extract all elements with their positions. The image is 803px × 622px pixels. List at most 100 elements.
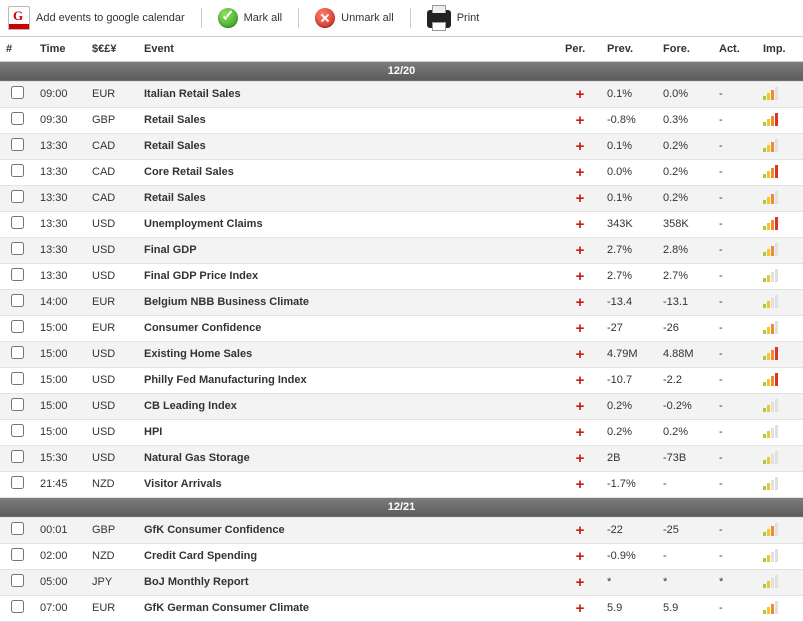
cell-imp bbox=[757, 569, 803, 595]
expand-button[interactable]: + bbox=[559, 543, 601, 569]
row-checkbox[interactable] bbox=[11, 372, 24, 385]
row-checkbox-cell bbox=[0, 159, 34, 185]
expand-button[interactable]: + bbox=[559, 569, 601, 595]
expand-button[interactable]: + bbox=[559, 393, 601, 419]
cell-imp bbox=[757, 517, 803, 543]
expand-button[interactable]: + bbox=[559, 419, 601, 445]
row-checkbox[interactable] bbox=[11, 476, 24, 489]
cell-imp bbox=[757, 367, 803, 393]
unmark-all-button[interactable]: Unmark all bbox=[315, 8, 394, 28]
date-group-header: 12/20 bbox=[0, 61, 803, 81]
table-row: 02:00NZDCredit Card Spending+-0.9%-- bbox=[0, 543, 803, 569]
row-checkbox[interactable] bbox=[11, 450, 24, 463]
row-checkbox-cell bbox=[0, 185, 34, 211]
row-checkbox[interactable] bbox=[11, 574, 24, 587]
row-checkbox[interactable] bbox=[11, 346, 24, 359]
expand-button[interactable]: + bbox=[559, 263, 601, 289]
expand-button[interactable]: + bbox=[559, 159, 601, 185]
expand-button[interactable]: + bbox=[559, 211, 601, 237]
row-checkbox-cell bbox=[0, 569, 34, 595]
row-checkbox[interactable] bbox=[11, 86, 24, 99]
expand-button[interactable]: + bbox=[559, 107, 601, 133]
expand-button[interactable]: + bbox=[559, 341, 601, 367]
cell-prev: * bbox=[601, 569, 657, 595]
table-row: 15:30USDNatural Gas Storage+2B-73B- bbox=[0, 445, 803, 471]
mark-all-button[interactable]: Mark all bbox=[218, 8, 283, 28]
printer-icon bbox=[427, 10, 451, 28]
col-fore: Fore. bbox=[657, 37, 713, 61]
col-per: Per. bbox=[559, 37, 601, 61]
row-checkbox[interactable] bbox=[11, 522, 24, 535]
cell-imp bbox=[757, 393, 803, 419]
cell-event: CB Leading Index bbox=[138, 393, 559, 419]
cell-imp bbox=[757, 133, 803, 159]
row-checkbox-cell bbox=[0, 367, 34, 393]
row-checkbox[interactable] bbox=[11, 216, 24, 229]
plus-icon: + bbox=[576, 268, 585, 285]
row-checkbox[interactable] bbox=[11, 600, 24, 613]
row-checkbox[interactable] bbox=[11, 138, 24, 151]
row-checkbox[interactable] bbox=[11, 294, 24, 307]
impact-bars-icon bbox=[763, 424, 778, 438]
row-checkbox[interactable] bbox=[11, 112, 24, 125]
row-checkbox[interactable] bbox=[11, 164, 24, 177]
row-checkbox[interactable] bbox=[11, 398, 24, 411]
col-imp: Imp. bbox=[757, 37, 803, 61]
cell-imp bbox=[757, 81, 803, 107]
cell-prev: 5.9 bbox=[601, 595, 657, 621]
cell-imp bbox=[757, 471, 803, 497]
add-google-button[interactable]: Add events to google calendar bbox=[8, 6, 185, 30]
row-checkbox[interactable] bbox=[11, 548, 24, 561]
cell-prev: 0.2% bbox=[601, 419, 657, 445]
cell-event: Final GDP Price Index bbox=[138, 263, 559, 289]
cell-time: 15:00 bbox=[34, 419, 86, 445]
row-checkbox-cell bbox=[0, 237, 34, 263]
cell-imp bbox=[757, 419, 803, 445]
plus-icon: + bbox=[576, 476, 585, 493]
expand-button[interactable]: + bbox=[559, 595, 601, 621]
expand-button[interactable]: + bbox=[559, 237, 601, 263]
cell-currency: GBP bbox=[86, 517, 138, 543]
expand-button[interactable]: + bbox=[559, 185, 601, 211]
cell-fore: 0.3% bbox=[657, 107, 713, 133]
cell-fore: 0.2% bbox=[657, 159, 713, 185]
cell-fore: 0.0% bbox=[657, 81, 713, 107]
impact-bars-icon bbox=[763, 476, 778, 490]
expand-button[interactable]: + bbox=[559, 289, 601, 315]
cell-fore: 2.7% bbox=[657, 263, 713, 289]
cell-fore: 0.2% bbox=[657, 133, 713, 159]
expand-button[interactable]: + bbox=[559, 315, 601, 341]
cell-event: GfK German Consumer Climate bbox=[138, 595, 559, 621]
row-checkbox[interactable] bbox=[11, 190, 24, 203]
cell-event: Belgium NBB Business Climate bbox=[138, 289, 559, 315]
row-checkbox-cell bbox=[0, 263, 34, 289]
expand-button[interactable]: + bbox=[559, 367, 601, 393]
row-checkbox[interactable] bbox=[11, 242, 24, 255]
cell-act: - bbox=[713, 133, 757, 159]
cell-act: - bbox=[713, 159, 757, 185]
cell-prev: 343K bbox=[601, 211, 657, 237]
col-num: # bbox=[0, 37, 34, 61]
expand-button[interactable]: + bbox=[559, 471, 601, 497]
cell-prev: -10.7 bbox=[601, 367, 657, 393]
row-checkbox[interactable] bbox=[11, 424, 24, 437]
cell-act: - bbox=[713, 595, 757, 621]
cell-act: - bbox=[713, 185, 757, 211]
expand-button[interactable]: + bbox=[559, 517, 601, 543]
row-checkbox[interactable] bbox=[11, 268, 24, 281]
cell-currency: CAD bbox=[86, 133, 138, 159]
row-checkbox[interactable] bbox=[11, 320, 24, 333]
cell-imp bbox=[757, 341, 803, 367]
row-checkbox-cell bbox=[0, 445, 34, 471]
expand-button[interactable]: + bbox=[559, 81, 601, 107]
col-act: Act. bbox=[713, 37, 757, 61]
cell-event: Final GDP bbox=[138, 237, 559, 263]
print-button[interactable]: Print bbox=[427, 8, 480, 28]
cell-act: - bbox=[713, 419, 757, 445]
cell-prev: -0.9% bbox=[601, 543, 657, 569]
impact-bars-icon bbox=[763, 372, 778, 386]
cell-prev: -0.8% bbox=[601, 107, 657, 133]
cell-currency: EUR bbox=[86, 595, 138, 621]
expand-button[interactable]: + bbox=[559, 445, 601, 471]
expand-button[interactable]: + bbox=[559, 133, 601, 159]
